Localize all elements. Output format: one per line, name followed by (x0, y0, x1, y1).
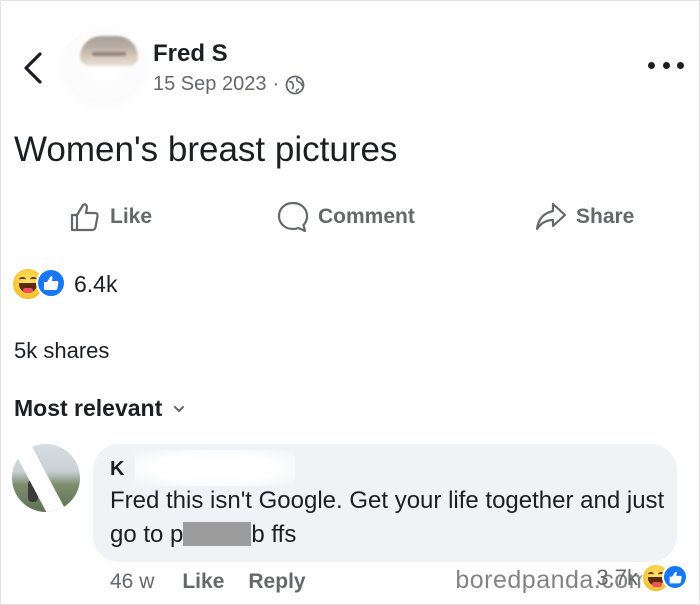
chevron-down-icon (174, 405, 185, 412)
like-button[interactable]: Like (68, 196, 152, 238)
like-label: Like (110, 205, 153, 228)
comment-text-part: b ffs (251, 521, 297, 548)
dot (677, 61, 684, 69)
post-text: Women's breast pictures (14, 130, 398, 169)
comment-bubble-icon (277, 201, 309, 233)
reaction-icons (12, 268, 70, 300)
reaction-count: 6.4k (74, 270, 118, 297)
dot (648, 61, 655, 69)
author-avatar[interactable] (58, 28, 150, 120)
like-reaction-icon (36, 268, 66, 298)
share-button[interactable]: Share (534, 196, 634, 238)
comment-footer: 46 w Like Reply (110, 570, 330, 594)
dot (662, 61, 670, 69)
author-name[interactable]: Fred S (153, 40, 228, 68)
post-meta: 15 Sep 2023 · (153, 73, 305, 96)
avatar-photo (80, 36, 138, 66)
comment-reaction-summary[interactable]: 3.7k (596, 564, 688, 592)
share-arrow-icon (535, 202, 567, 231)
thumbs-up-icon (70, 203, 99, 232)
comment-text: Fred this isn't Google. Get your life to… (110, 484, 670, 552)
like-reaction-icon (662, 564, 688, 590)
share-label: Share (576, 205, 635, 228)
more-options-button[interactable] (648, 58, 684, 72)
comment-like-button[interactable]: Like (182, 570, 224, 594)
comment-label: Comment (318, 205, 415, 228)
comment-reaction-count: 3.7k (596, 565, 638, 590)
comment-time[interactable]: 46 w (110, 570, 154, 594)
post-date[interactable]: 15 Sep 2023 (153, 73, 266, 96)
comment-sort-dropdown[interactable]: Most relevant (14, 395, 186, 422)
back-arrow-icon[interactable] (18, 50, 46, 86)
commenter-avatar[interactable] (12, 444, 80, 512)
meta-separator: · (272, 73, 280, 95)
reaction-summary[interactable]: 6.4k (12, 268, 117, 300)
post-action-bar: Like Comment Share (0, 196, 700, 238)
comment-reaction-icons (642, 564, 688, 592)
commenter-name[interactable]: K (110, 458, 124, 481)
comment-bubble: K Fred this isn't Google. Get your life … (93, 444, 677, 562)
sort-label: Most relevant (14, 395, 163, 421)
globe-icon (285, 75, 305, 94)
censor-bar (183, 522, 252, 546)
comment-button[interactable]: Comment (276, 196, 415, 238)
shares-count[interactable]: 5k shares (14, 338, 109, 364)
comment-reply-button[interactable]: Reply (248, 570, 305, 594)
redaction-blur (135, 450, 295, 486)
